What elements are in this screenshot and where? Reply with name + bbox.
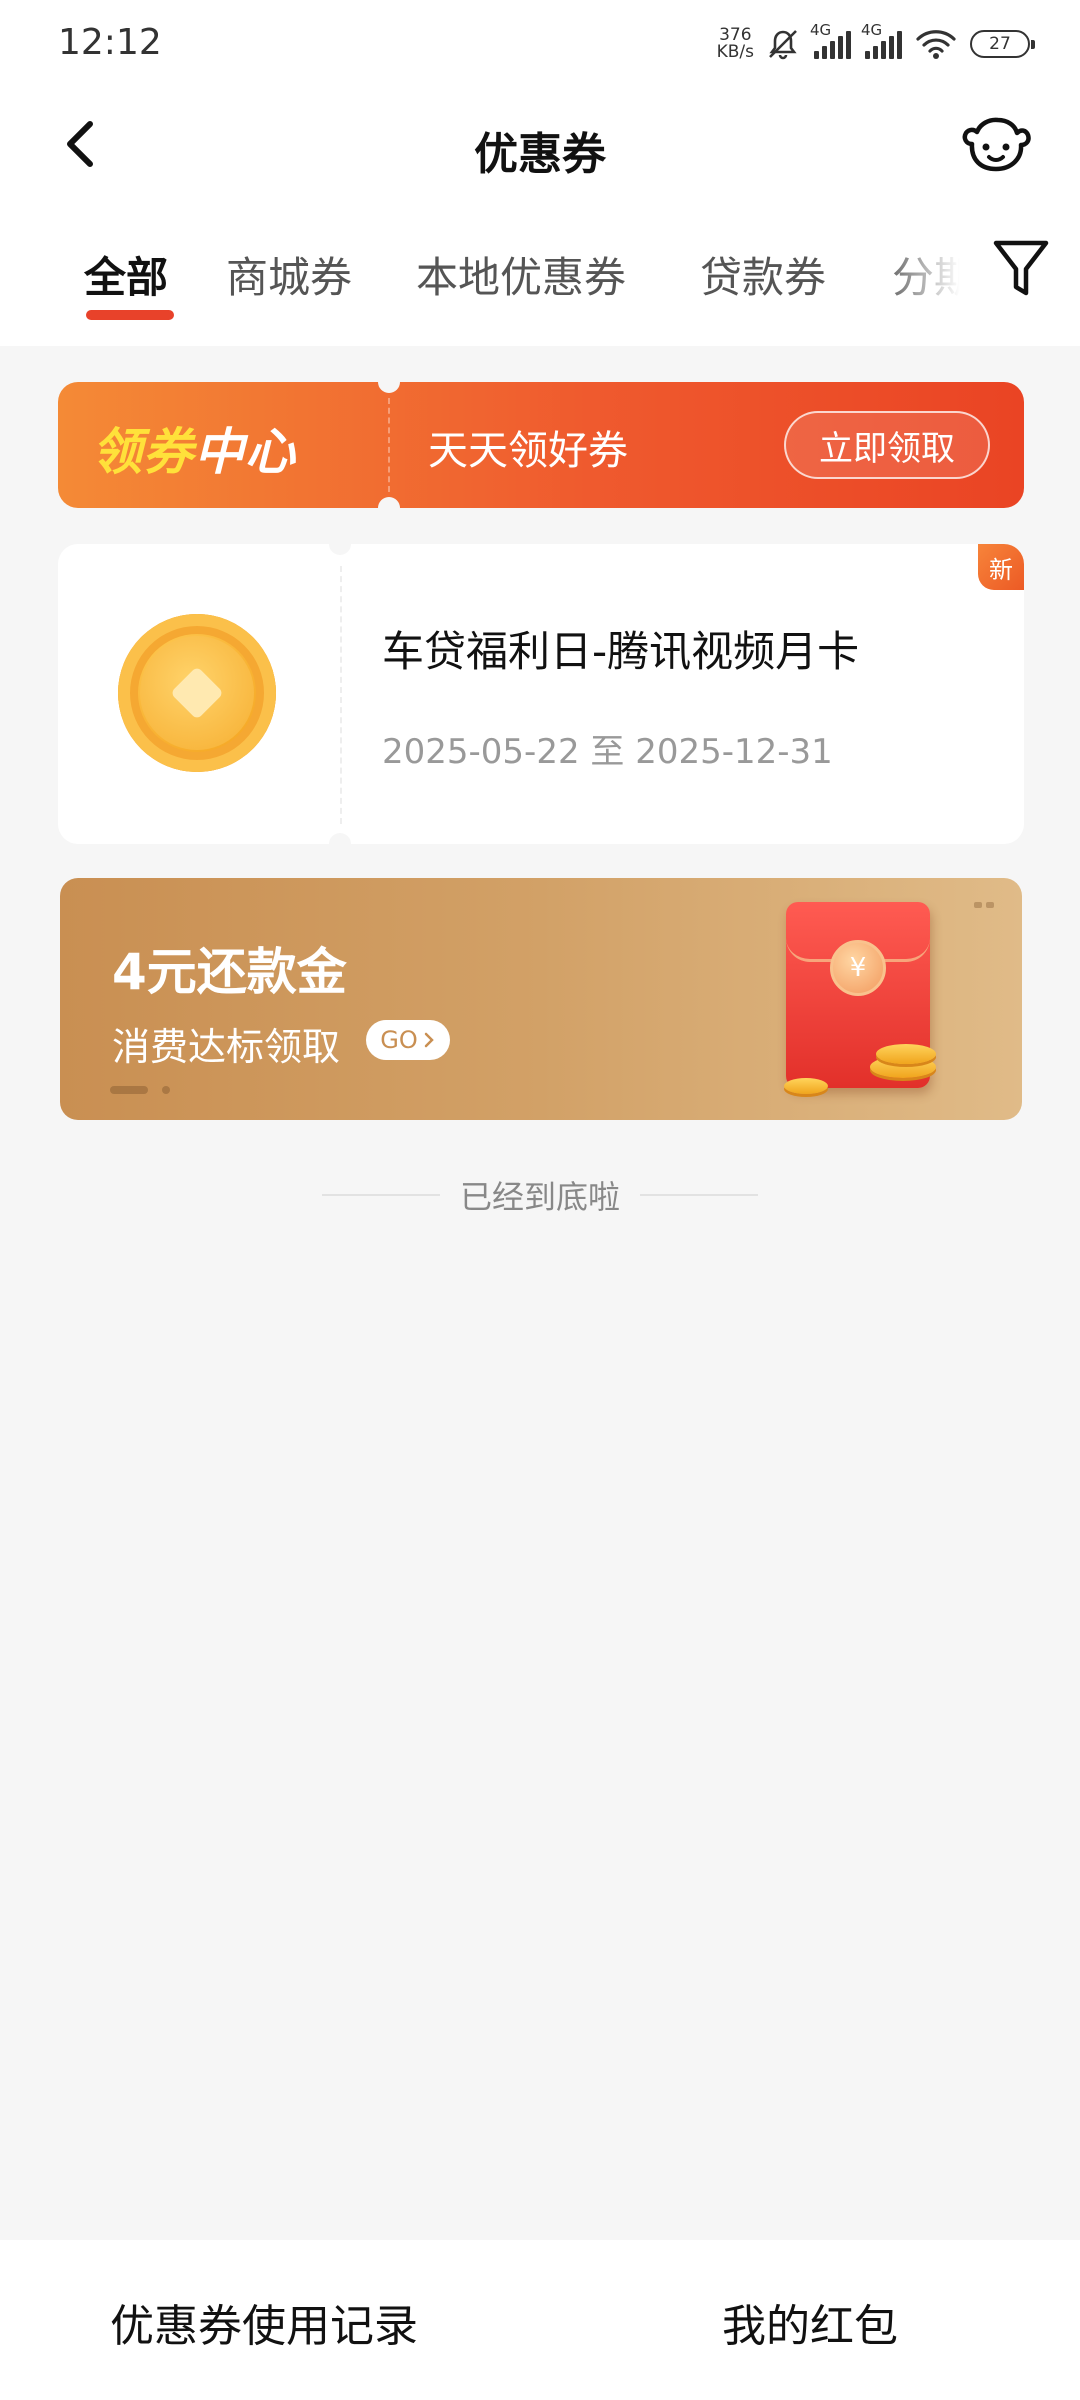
category-tabs: 全部 商城券 本地优惠券 贷款券 分期 bbox=[0, 206, 1080, 346]
network-speed: 376 KB/s bbox=[717, 27, 754, 61]
ticket-notch-top bbox=[329, 533, 351, 555]
ticket-notch-top bbox=[378, 382, 400, 393]
battery-icon: 27 bbox=[970, 30, 1035, 58]
coin-stack-icon bbox=[876, 1044, 936, 1064]
bell-muted-icon bbox=[769, 30, 797, 60]
filter-icon bbox=[993, 240, 1049, 296]
banner-subtitle: 消费达标领取 bbox=[112, 1025, 341, 1069]
end-note-text: 已经到底啦 bbox=[459, 1178, 620, 1216]
ticket-notch-bottom bbox=[378, 497, 400, 508]
status-bar: 12:12 376 KB/s 4G 4G 27 bbox=[0, 0, 1080, 88]
chevron-right-icon bbox=[424, 1032, 434, 1048]
carousel-indicator bbox=[110, 1086, 170, 1094]
signal-1-label: 4G bbox=[810, 21, 832, 39]
new-badge: 新 bbox=[978, 544, 1024, 590]
my-red-packets-button[interactable]: 我的红包 bbox=[722, 2290, 898, 2354]
tab-all[interactable]: 全部 bbox=[84, 244, 168, 305]
signal-2-label: 4G bbox=[861, 21, 883, 39]
coupon-date-range: 2025-05-22 至 2025-12-31 bbox=[382, 732, 833, 772]
banner-corner-mark bbox=[974, 902, 994, 908]
repayment-promo-banner[interactable]: 4元还款金 消费达标领取 GO ¥ bbox=[60, 878, 1022, 1120]
navigation-bar: 优惠券 bbox=[0, 88, 1080, 206]
coupon-center-title-part2: 中心 bbox=[194, 423, 296, 481]
tab-loan-coupon[interactable]: 贷款券 bbox=[700, 244, 826, 305]
divider-left bbox=[321, 1194, 440, 1196]
status-time: 12:12 bbox=[58, 22, 162, 63]
coupon-name: 车贷福利日-腾讯视频月卡 bbox=[382, 627, 860, 676]
customer-service-icon bbox=[962, 117, 1031, 172]
customer-service-button[interactable] bbox=[958, 114, 1034, 180]
tabs-scroll-area[interactable]: 全部 商城券 本地优惠券 贷款券 分期 bbox=[0, 206, 960, 346]
coupon-center-title-part1: 领券 bbox=[92, 423, 194, 481]
divider-right bbox=[640, 1194, 758, 1196]
coupon-usage-history-button[interactable]: 优惠券使用记录 bbox=[110, 2290, 418, 2354]
filter-button[interactable] bbox=[986, 228, 1056, 308]
cellular-signal-1-icon: 4G bbox=[810, 21, 851, 59]
network-speed-unit: KB/s bbox=[716, 42, 754, 62]
page-title: 优惠券 bbox=[474, 129, 606, 180]
bottom-action-bar: 优惠券使用记录 我的红包 bbox=[0, 2240, 1080, 2400]
coupon-card[interactable]: 车贷福利日-腾讯视频月卡 2025-05-22 至 2025-12-31 新 bbox=[58, 533, 1024, 855]
coupon-center-subtitle: 天天领好券 bbox=[428, 428, 628, 474]
tabs-fade bbox=[880, 206, 960, 346]
active-tab-indicator bbox=[86, 310, 174, 320]
cellular-signal-2-icon: 4G bbox=[861, 21, 902, 59]
tab-mall-coupon[interactable]: 商城券 bbox=[226, 244, 352, 305]
status-icons: 376 KB/s 4G 4G 27 bbox=[717, 20, 1035, 68]
banner-title: 4元还款金 bbox=[112, 943, 347, 1001]
go-button[interactable]: GO bbox=[366, 1020, 450, 1060]
go-label: GO bbox=[380, 1026, 418, 1054]
coupon-center-title: 领券中心 bbox=[92, 412, 296, 484]
end-of-list: 已经到底啦 bbox=[0, 1170, 1080, 1220]
gold-coin-icon bbox=[118, 614, 276, 772]
coin-icon bbox=[784, 1078, 828, 1094]
ticket-notch-bottom bbox=[329, 833, 351, 855]
battery-level: 27 bbox=[989, 34, 1011, 54]
tab-local-coupon[interactable]: 本地优惠券 bbox=[416, 244, 626, 305]
wifi-icon bbox=[916, 30, 956, 59]
claim-now-button[interactable]: 立即领取 bbox=[784, 411, 990, 479]
envelope-seal: ¥ bbox=[830, 940, 886, 996]
coupon-center-banner[interactable]: 领券中心 天天领好券 立即领取 bbox=[58, 382, 1024, 508]
ticket-divider bbox=[340, 566, 342, 824]
